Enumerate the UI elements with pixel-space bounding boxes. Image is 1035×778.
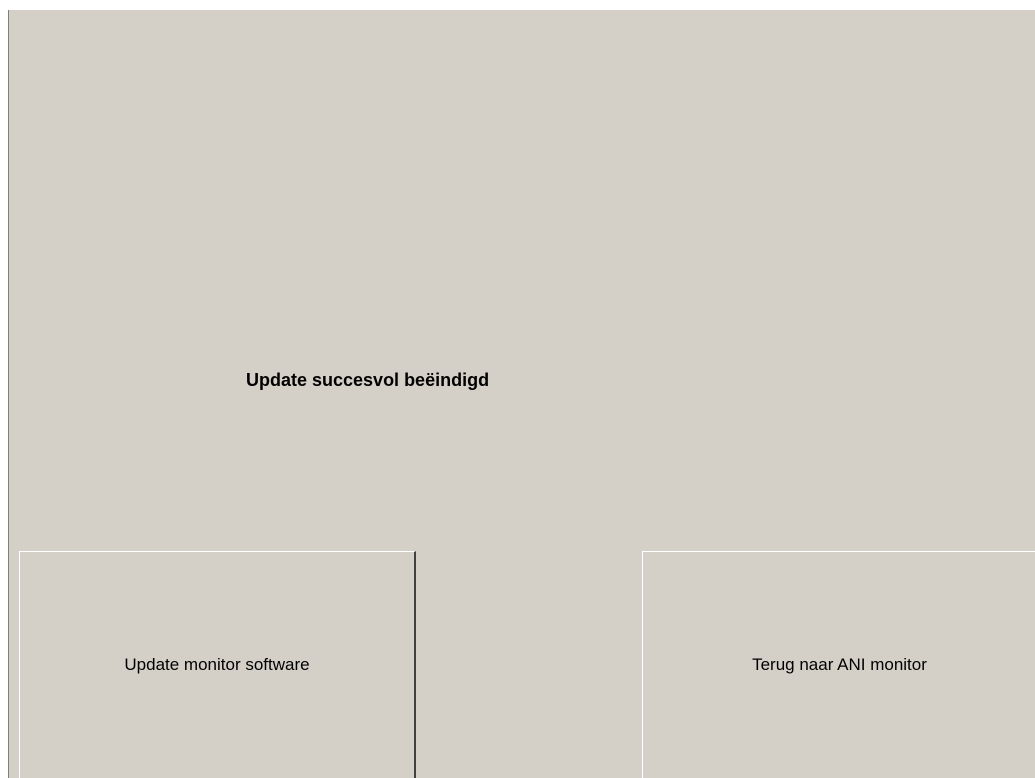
update-screen: Update succesvol beëindigd Update monito…: [8, 10, 1035, 778]
back-to-ani-monitor-button[interactable]: Terug naar ANI monitor: [642, 551, 1035, 778]
update-monitor-software-button[interactable]: Update monitor software: [19, 551, 416, 778]
status-message: Update succesvol beëindigd: [246, 370, 490, 390]
back-button-label: Terug naar ANI monitor: [752, 655, 927, 674]
update-button-label: Update monitor software: [124, 655, 310, 674]
